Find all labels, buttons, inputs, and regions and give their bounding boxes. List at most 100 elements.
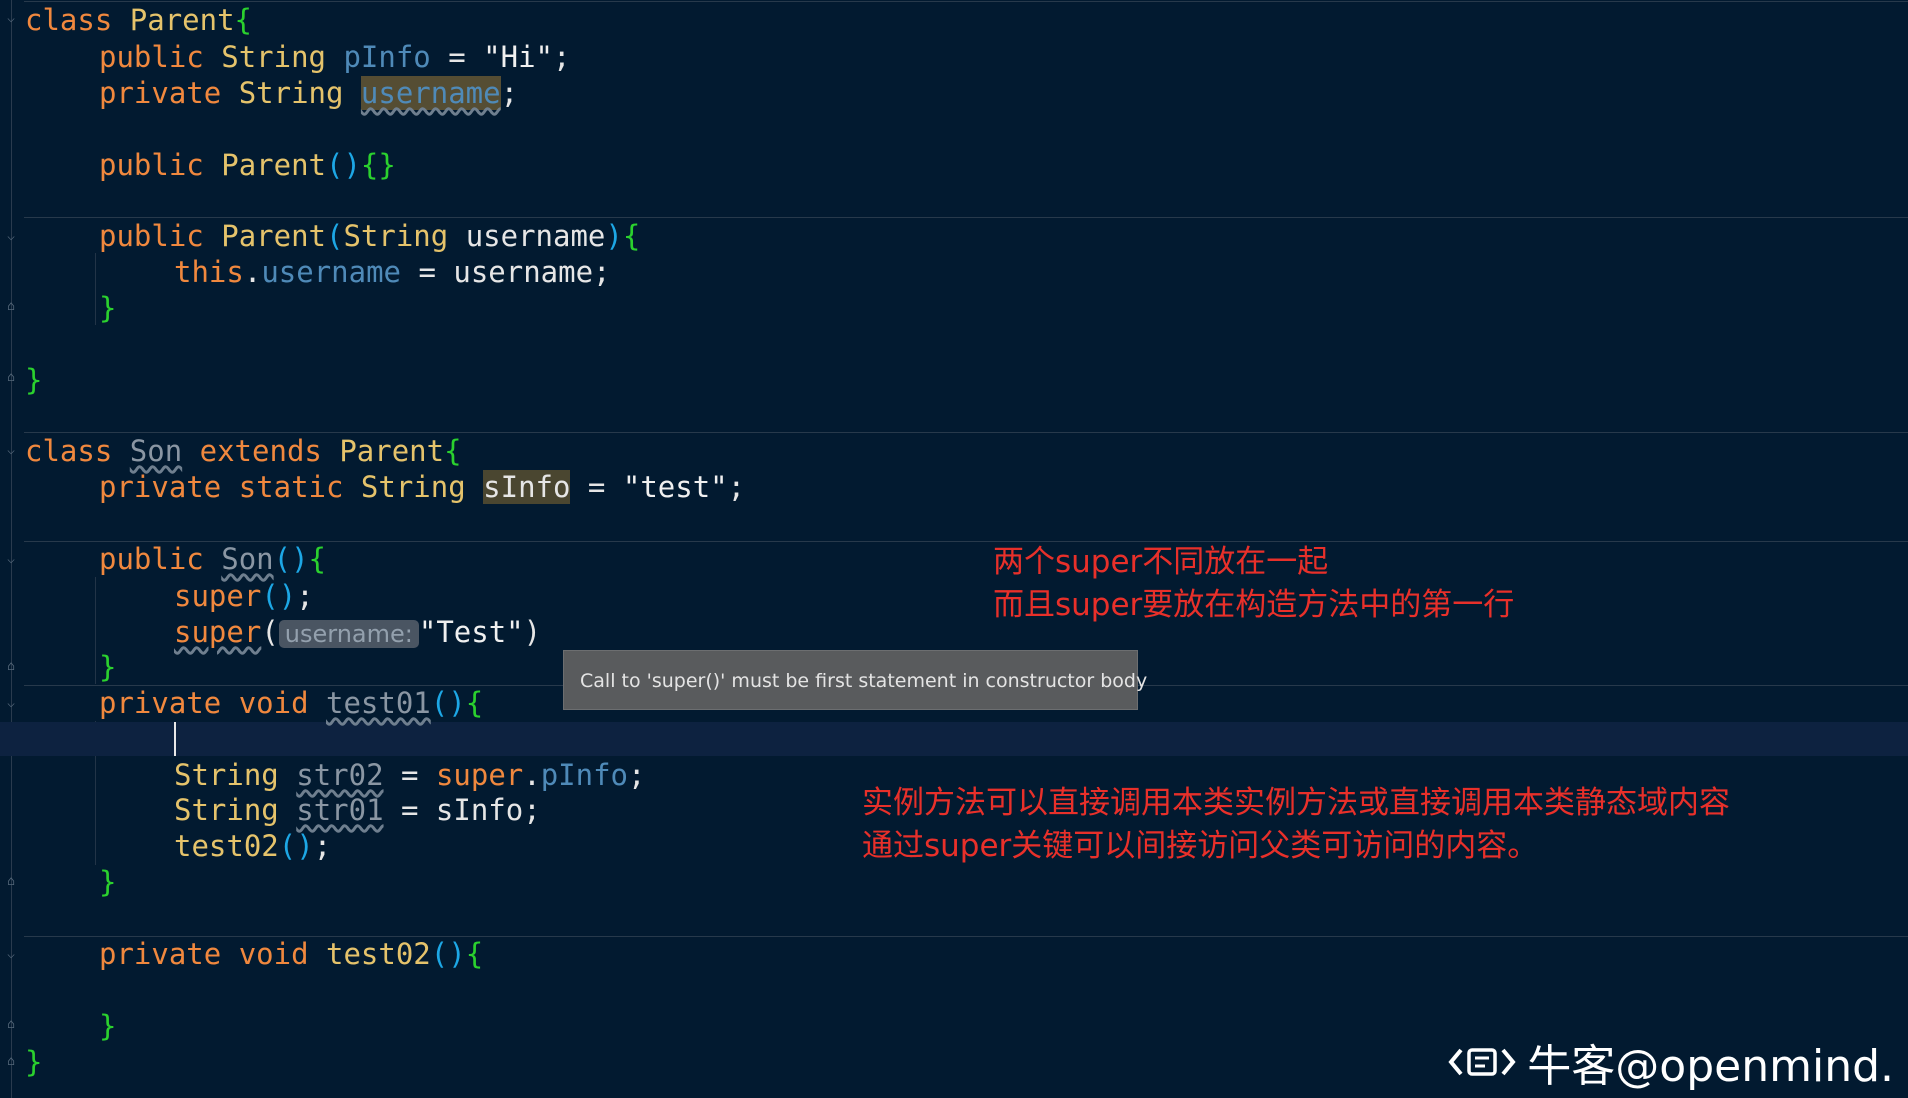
code-line: private String username; (99, 76, 518, 110)
brace: { (465, 686, 484, 720)
fold-end-icon[interactable]: ⌂ (4, 1055, 18, 1069)
semicolon: ; (500, 76, 519, 110)
brace: { (465, 937, 484, 971)
modifier: public (99, 219, 204, 253)
code-line: super(); (174, 579, 314, 613)
code-line: public Son(){ (99, 542, 326, 576)
param-name: username (465, 219, 606, 253)
editor-gutter: ⌵ ⌵ ⌂ ⌂ ⌵ ⌵ ⌂ ⌵ ⌂ ⌵ ⌂ ⌂ (0, 0, 24, 1098)
super-call-error[interactable]: super (174, 615, 261, 649)
watermark-text: 牛客@openmind. (1527, 1041, 1894, 1092)
operator: = (430, 40, 484, 74)
assignment: = username; (401, 255, 611, 289)
annotation-line: 通过super关键可以间接访问父类可访问的内容。 (862, 828, 1539, 864)
method-separator (24, 217, 1908, 218)
paren-close: ) (605, 219, 623, 253)
semicolon: ; (628, 758, 646, 792)
class-name: Parent (129, 3, 235, 37)
parens: () (261, 579, 297, 613)
fold-arrow-icon[interactable]: ⌵ (4, 948, 18, 962)
assignment: = sInfo; (383, 793, 541, 827)
keyword-super: super (435, 758, 524, 792)
modifier: public (99, 40, 204, 74)
param-type: String (343, 219, 449, 253)
field-name: username (261, 255, 401, 289)
super-call: super (174, 579, 262, 613)
operator: = (383, 758, 436, 792)
field-name: sInfo (483, 470, 571, 504)
dot: . (523, 758, 541, 792)
brace: } (99, 291, 117, 325)
paren-close: ) (523, 615, 542, 649)
constructor-name: Parent (221, 219, 326, 253)
annotation-note: 实例方法可以直接调用本类实例方法或直接调用本类静态域内容 通过super关键可以… (862, 782, 1730, 868)
annotation-line: 实例方法可以直接调用本类实例方法或直接调用本类静态域内容 (862, 785, 1730, 821)
fold-arrow-icon[interactable]: ⌵ (4, 553, 18, 567)
keyword: class (25, 3, 113, 37)
semicolon: ; (727, 470, 746, 504)
field-name: pInfo (343, 40, 431, 74)
fold-end-icon[interactable]: ⌂ (4, 660, 18, 674)
field-name: username (360, 76, 501, 110)
method-name: test01 (326, 686, 431, 720)
brace: { (234, 3, 253, 37)
code-line: } (25, 1045, 42, 1079)
text-caret (174, 722, 176, 756)
fold-end-icon[interactable]: ⌂ (4, 371, 18, 385)
brace: } (25, 1045, 43, 1079)
brace: } (25, 363, 43, 397)
current-line-highlight (0, 722, 1908, 756)
fold-arrow-icon[interactable]: ⌵ (4, 444, 18, 458)
string-literal: "Hi" (483, 40, 554, 74)
code-line: public Parent(String username){ (99, 219, 640, 253)
modifier: private (99, 76, 222, 110)
fold-arrow-icon[interactable]: ⌵ (4, 12, 18, 26)
string-literal: "Test" (418, 615, 524, 649)
brace: } (99, 865, 117, 899)
fold-arrow-icon[interactable]: ⌵ (4, 697, 18, 711)
type: String (238, 76, 344, 110)
fold-end-icon[interactable]: ⌂ (4, 1018, 18, 1032)
constructor-name: Son (221, 542, 274, 576)
keyword-this: this (174, 255, 244, 289)
modifier: public (99, 148, 204, 182)
semicolon: ; (553, 40, 571, 74)
local-variable: str01 (296, 793, 384, 827)
annotation-line: 两个super不同放在一起 (993, 544, 1329, 580)
return-type: void (238, 937, 309, 971)
fold-end-icon[interactable]: ⌂ (4, 875, 18, 889)
parameter-hint: username: (278, 620, 419, 648)
code-line: super(username: "Test") (174, 615, 541, 649)
parens: () (430, 686, 466, 720)
operator: = (570, 470, 623, 504)
code-line: public Parent(){} (99, 148, 396, 182)
type: String (360, 470, 466, 504)
semicolon: ; (313, 829, 332, 863)
code-editor[interactable]: ⌵ ⌵ ⌂ ⌂ ⌵ ⌵ ⌂ ⌵ ⌂ ⌵ ⌂ ⌂ class Parent{ pu… (0, 0, 1908, 1098)
code-line: private void test02(){ (99, 937, 483, 971)
code-line: class Son extends Parent{ (25, 434, 462, 468)
keyword-extends: extends (199, 434, 322, 468)
code-line: } (99, 291, 116, 325)
field-name: pInfo (540, 758, 629, 792)
code-line: test02(); (174, 829, 331, 863)
paren-open: ( (326, 219, 344, 253)
indent-guide (95, 577, 96, 684)
class-name: Son (129, 434, 183, 468)
code-line: private static String sInfo = "test"; (99, 470, 745, 504)
modifier: private (99, 937, 222, 971)
annotation-note: 两个super不同放在一起 而且super要放在构造方法中的第一行 (993, 541, 1514, 627)
indent-guide (95, 253, 96, 325)
method-call: test02 (174, 829, 279, 863)
code-line: } (99, 865, 116, 899)
code-line: this.username = username; (174, 255, 611, 289)
paren-open: ( (261, 615, 279, 649)
method-separator (24, 1, 1908, 2)
type: String (221, 40, 326, 74)
code-line: String str01 = sInfo; (174, 793, 541, 827)
fold-arrow-icon[interactable]: ⌵ (4, 230, 18, 244)
dot: . (243, 255, 262, 289)
brace: { (308, 542, 327, 576)
fold-end-icon[interactable]: ⌂ (4, 300, 18, 314)
string-literal: "test" (622, 470, 728, 504)
